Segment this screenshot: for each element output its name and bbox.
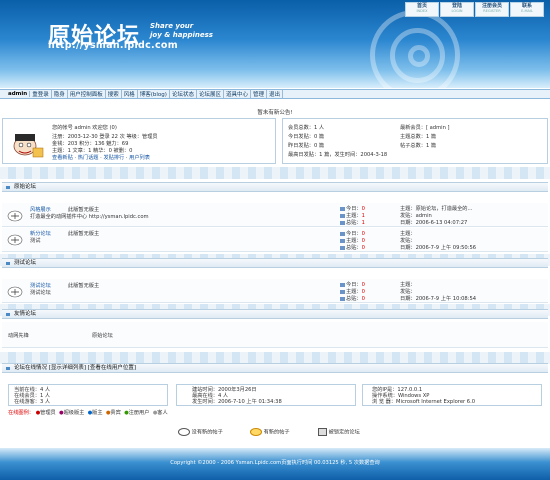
user-links: 查看新贴 · 热门话题 · 发贴排行 · 用户列表 xyxy=(52,155,150,161)
menu-item-exhibit[interactable]: 论坛展区 xyxy=(197,90,224,98)
section-header-online[interactable]: 论坛在线情况 [显示详细列表] [查看在线用户位置] xyxy=(2,363,548,373)
lock-icon xyxy=(318,428,327,436)
forum-last-title[interactable]: 主题：原始论坛，打造最全的... xyxy=(400,205,472,212)
forum-topics: 主题：0 xyxy=(340,237,365,244)
forum-today: 今日：0 xyxy=(340,281,365,288)
new-posts-icon xyxy=(250,428,262,436)
forum-last-user: 发贴：admin xyxy=(400,213,432,219)
forum-description: 测试 xyxy=(30,238,41,244)
forum-last-date: 日期：2006-7-9 上午 09:50:56 xyxy=(400,245,477,251)
legend-no-new: 没有新的帖子 xyxy=(178,428,223,436)
section-header-test[interactable]: 测试论坛 xyxy=(2,258,548,268)
friend-link[interactable]: 原始论坛 xyxy=(92,332,113,339)
top-nav: 首页 INDEX 登陆 LOGIN 注册会员 REGISTER 联系 E-MAIL xyxy=(405,2,544,17)
stat-icon xyxy=(340,220,345,225)
forum-last-date: 日期：2006-6-13 04:07:27 xyxy=(400,220,468,226)
site-url: http://ysman.lpidc.com xyxy=(48,40,178,51)
no-new-posts-icon xyxy=(178,428,190,436)
menu-item-control-panel[interactable]: 用户控制面板 xyxy=(68,90,106,98)
forum-posts: 总贴：1 xyxy=(340,219,365,226)
legend-has-new: 有新的帖子 xyxy=(250,428,290,436)
link-new-posts[interactable]: 查看新贴 xyxy=(52,155,73,161)
announcement: 暂未有新公告! xyxy=(257,110,293,116)
swirl-decoration xyxy=(408,45,430,67)
user-register-info: 注册：2003-12-30 登录 22 次 等级：管理员 xyxy=(52,134,158,140)
menu-item-manage[interactable]: 管理 xyxy=(251,90,267,98)
online-legend: 在线图例： ●管理员 ●超级版主 ●版主 ●贵宾 ●注册用户 ●客人 xyxy=(8,410,168,416)
user-topics: 主题：1 文章：1 精华：0 被删：0 xyxy=(52,148,133,154)
forum-description: 打造最全的动网插件中心 http://ysman.lpidc.com xyxy=(30,214,149,220)
stat-icon xyxy=(340,238,345,243)
user-money: 金钱：203 积分：136 魅力：69 xyxy=(52,141,129,147)
site-slogan: Share your joy & happiness xyxy=(150,22,213,39)
menu-username[interactable]: admin xyxy=(6,91,31,97)
forum-moderator: 此版暂无版主 xyxy=(68,231,100,237)
forum-status-icon xyxy=(7,234,23,246)
avatar xyxy=(13,134,44,158)
forum-posts: 总贴：0 xyxy=(340,295,365,302)
stat-today: 今日发贴：0 篇 xyxy=(288,134,325,140)
forum-topics: 主题：0 xyxy=(340,288,365,295)
section-header-main[interactable]: 原始论坛 xyxy=(2,182,548,192)
link-hot-topics[interactable]: 热门话题 xyxy=(78,155,99,161)
section-header-friends[interactable]: 友情论坛 xyxy=(2,309,548,319)
menu-item-style[interactable]: 风格 xyxy=(122,90,138,98)
forum-moderator: 此版暂无版主 xyxy=(68,207,100,213)
top-nav-login[interactable]: 登陆 LOGIN xyxy=(440,2,474,17)
main-menu: admin 重登录 隐身 用户控制面板 搜索 风格 博客(blog) 论坛状态 … xyxy=(0,89,550,99)
stat-icon xyxy=(340,289,345,294)
friend-link[interactable]: 动网先锋 xyxy=(8,332,29,339)
wave-divider xyxy=(0,167,550,179)
legend-title: 在线图例： xyxy=(8,410,34,416)
top-nav-home[interactable]: 首页 INDEX xyxy=(405,2,439,17)
menu-item-logout[interactable]: 退出 xyxy=(267,90,284,98)
user-greeting: 您的帐号 admin 欢迎您 (0) xyxy=(52,125,117,131)
stat-icon xyxy=(340,206,345,211)
forum-moderator: 此版暂无版主 xyxy=(68,283,100,289)
stat-max: 最高日发贴：1 篇，发生时间：2004-3-18 xyxy=(288,152,388,158)
forum-topics: 主题：1 xyxy=(340,212,365,219)
header-banner: 首页 INDEX 登陆 LOGIN 注册会员 REGISTER 联系 E-MAIL 原始… xyxy=(0,0,550,88)
stat-icon xyxy=(340,282,345,287)
stat-newest: 最新会员：[ admin ] xyxy=(400,125,450,131)
forum-last-user: 发贴： xyxy=(400,289,416,295)
footer-copyright: Copyright ©2000 - 2006 Ysman.Lpidc.com页面… xyxy=(170,460,380,466)
client-browser: 浏 览 器：Microsoft Internet Explorer 6.0 xyxy=(372,399,476,405)
legend-locked: 被锁定的论坛 xyxy=(318,428,360,436)
stat-icon xyxy=(340,245,345,250)
menu-item-hide[interactable]: 隐身 xyxy=(52,90,68,98)
forum-description: 测试论坛 xyxy=(30,290,51,296)
forum-status-icon xyxy=(7,210,23,222)
site-max-when: 发生时间：2006-7-10 上午 01:34:38 xyxy=(192,399,282,405)
menu-item-props[interactable]: 道具中心 xyxy=(224,90,251,98)
stat-icon xyxy=(340,296,345,301)
forum-name[interactable]: 测试论坛 xyxy=(30,282,51,289)
stat-posts: 帖子总数：1 篇 xyxy=(400,143,437,149)
top-nav-register[interactable]: 注册会员 REGISTER xyxy=(475,2,509,17)
menu-item-search[interactable]: 搜索 xyxy=(106,90,122,98)
forum-today: 今日：0 xyxy=(340,230,365,237)
stat-icon xyxy=(340,231,345,236)
stat-icon xyxy=(340,213,345,218)
forum-posts: 总贴：0 xyxy=(340,244,365,251)
top-nav-contact[interactable]: 联系 E-MAIL xyxy=(510,2,544,17)
forum-last-title[interactable]: 主题： xyxy=(400,281,416,288)
friends-row xyxy=(2,322,548,348)
forum-name[interactable]: 新分论坛 xyxy=(30,230,51,237)
stat-topics: 主题总数：1 篇 xyxy=(400,134,437,140)
link-post-rank[interactable]: 发贴排行 xyxy=(103,155,124,161)
forum-last-title[interactable]: 主题： xyxy=(400,230,416,237)
stat-yesterday: 昨日发贴：0 篇 xyxy=(288,143,325,149)
forum-status-icon xyxy=(7,286,23,298)
link-user-list[interactable]: 用户列表 xyxy=(129,155,150,161)
menu-item-blog[interactable]: 博客(blog) xyxy=(138,90,170,98)
forum-today: 今日：0 xyxy=(340,205,365,212)
online-guests: 在线游客：3 人 xyxy=(14,399,51,405)
forum-last-date: 日期：2006-7-9 上午 10:08:54 xyxy=(400,296,477,302)
menu-item-relogin[interactable]: 重登录 xyxy=(30,90,52,98)
menu-item-status[interactable]: 论坛状态 xyxy=(170,90,197,98)
forum-last-user: 发贴： xyxy=(400,238,416,244)
forum-name[interactable]: 风格展示 xyxy=(30,206,51,213)
stat-members: 会员总数：1 人 xyxy=(288,125,325,131)
